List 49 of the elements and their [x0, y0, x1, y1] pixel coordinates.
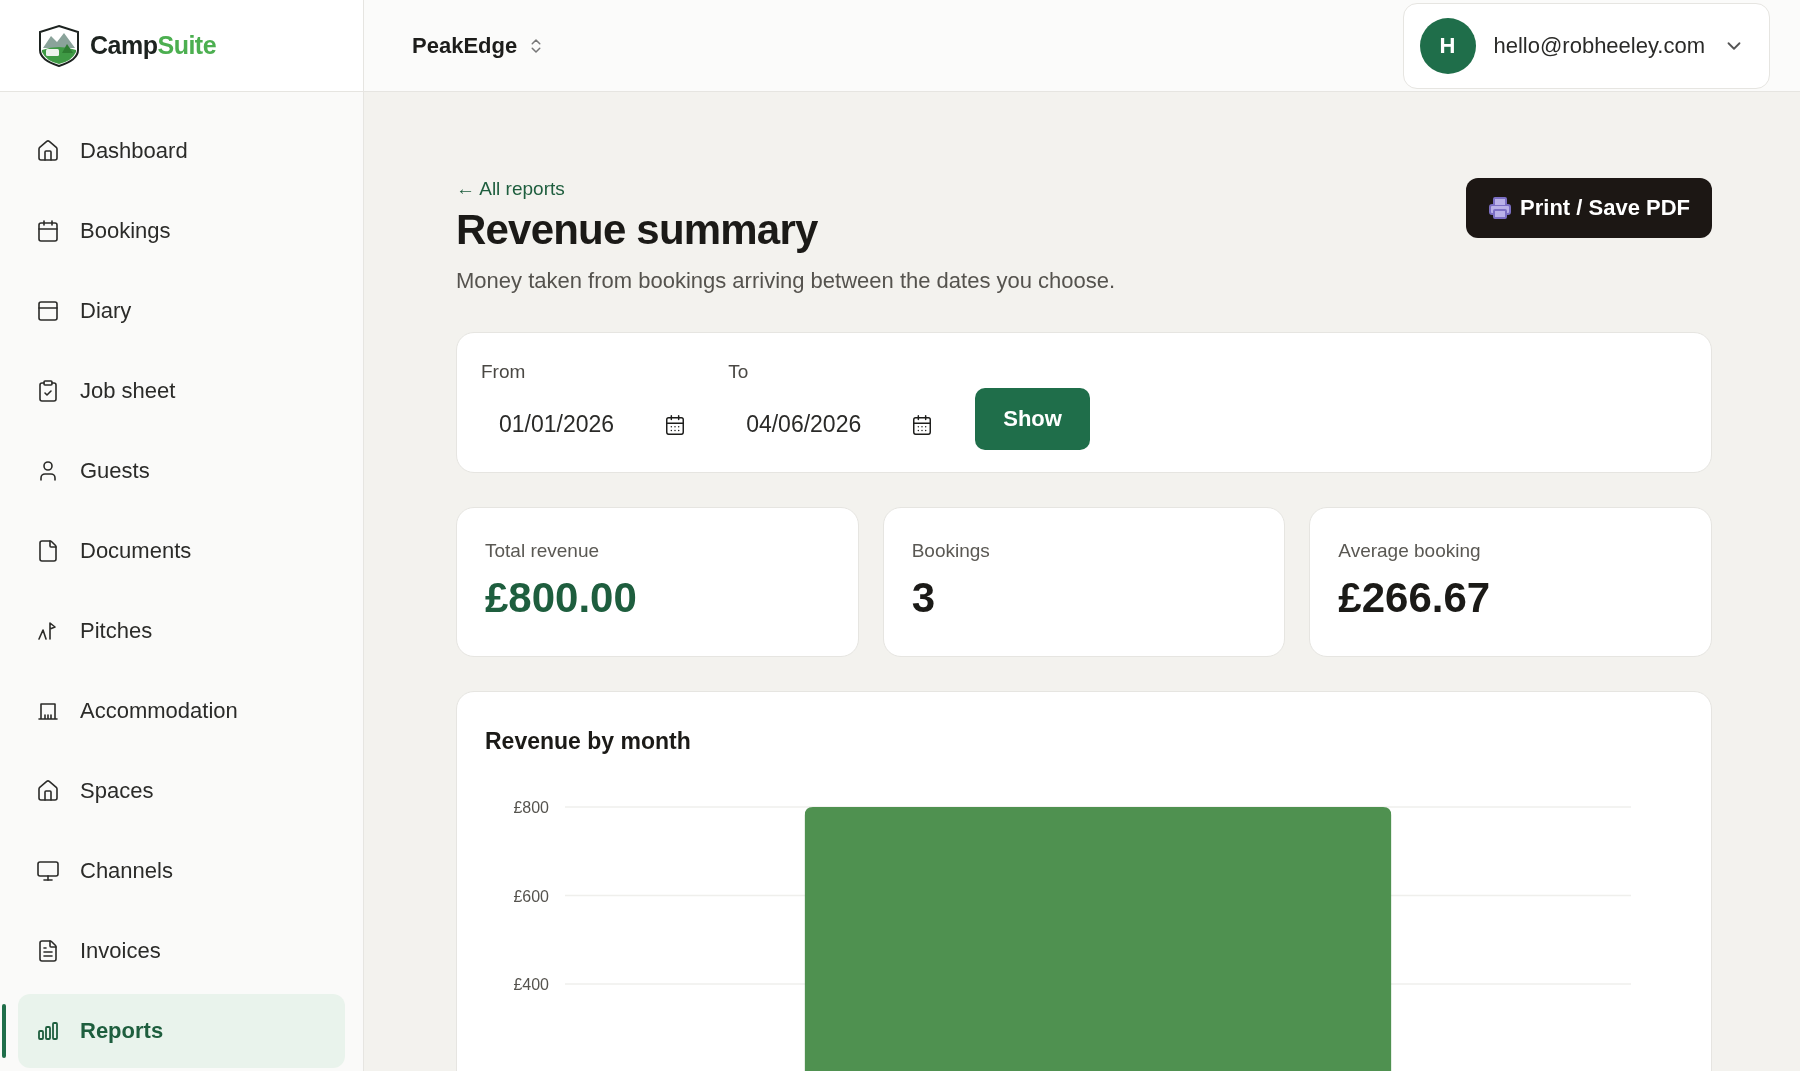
axis-label: £800	[513, 799, 549, 816]
printer-icon	[1488, 196, 1513, 220]
user-email: hello@robheeley.com	[1493, 32, 1705, 59]
sidebar-item[interactable]: Bookings	[18, 194, 345, 268]
panel-icon	[36, 299, 60, 323]
calendar-icon	[911, 413, 934, 436]
house-icon	[36, 139, 60, 163]
stat-value: 3	[911, 574, 936, 622]
page-title: Revenue summary	[456, 206, 819, 254]
stat-value: £266.67	[1338, 574, 1492, 622]
active-indicator	[2, 1004, 6, 1058]
calendar-icon	[664, 413, 687, 436]
brand-name: CampSuite	[90, 31, 217, 60]
sidebar-item[interactable]: Pitches	[18, 594, 345, 668]
sidebar-item[interactable]: Accommodation	[18, 674, 345, 748]
calendar-icon	[36, 219, 60, 243]
file-icon	[36, 539, 60, 563]
sidebar-item[interactable]: Invoices	[18, 914, 345, 988]
stat-value: £800.00	[485, 574, 638, 622]
field-label: To	[728, 361, 750, 383]
user-menu[interactable]: H hello@robheeley.com	[1402, 2, 1770, 89]
stat-label: Average booking	[1338, 540, 1482, 562]
back-link[interactable]: ← All reports	[456, 178, 565, 200]
house-icon	[36, 779, 60, 803]
date-field[interactable]: 04/06/2026	[728, 395, 952, 450]
stat-label: Bookings	[911, 540, 991, 562]
date-field[interactable]: 01/01/2026	[481, 395, 705, 450]
field-label: From	[481, 361, 527, 383]
print-button[interactable]: Print / Save PDF	[1466, 178, 1712, 238]
sidebar-item[interactable]: Guests	[18, 434, 345, 508]
page-subtitle: Money taken from bookings arriving between the dates you choose.	[456, 268, 1116, 294]
document-icon	[36, 939, 60, 963]
logo-icon	[36, 23, 82, 68]
sidebar-item[interactable]: Dashboard	[18, 114, 345, 188]
bar-chart-icon	[36, 1019, 60, 1043]
sidebar-item[interactable]: Documents	[18, 514, 345, 588]
stat-label: Total revenue	[485, 540, 601, 562]
org-switcher[interactable]: PeakEdge	[412, 26, 546, 65]
clipboard-check-icon	[36, 379, 60, 403]
sidebar-item[interactable]: Job sheet	[18, 354, 345, 428]
chart-title: Revenue by month	[485, 728, 692, 755]
sidebar-item[interactable]: Channels	[18, 834, 345, 908]
sidebar-item[interactable]: Diary	[18, 274, 345, 348]
axis-label: £400	[513, 976, 549, 993]
avatar: H	[1419, 17, 1476, 74]
axis-label: £600	[513, 887, 549, 905]
monitor-icon	[36, 859, 60, 883]
show-button[interactable]: Show	[975, 388, 1090, 450]
sidebar-item[interactable]: Spaces	[18, 754, 345, 828]
